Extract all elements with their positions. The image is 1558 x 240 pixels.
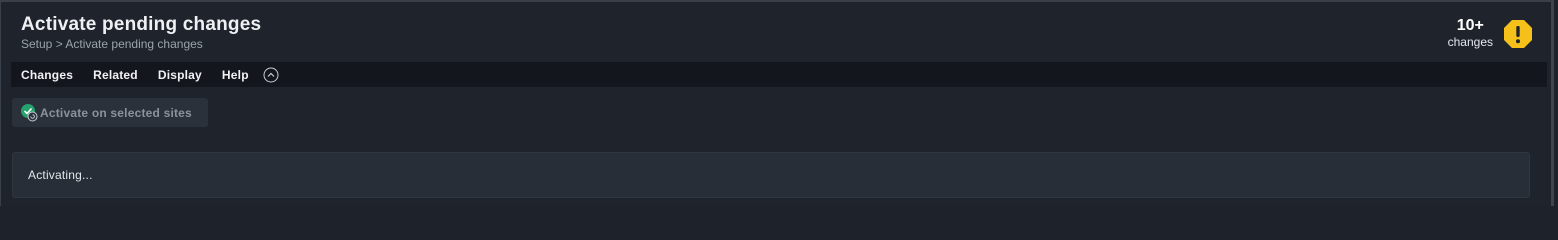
- pending-changes-count: 10+: [1456, 17, 1484, 34]
- menu-bar: Changes Related Display Help: [11, 62, 1547, 87]
- menu-changes[interactable]: Changes: [21, 68, 73, 82]
- page-title: Activate pending changes: [21, 14, 262, 35]
- page-header: Activate pending changes Setup > Activat…: [21, 14, 261, 51]
- chevron-up-circle-icon[interactable]: [263, 67, 279, 83]
- main-frame: Activate pending changes Setup > Activat…: [0, 0, 1554, 206]
- menu-related[interactable]: Related: [93, 68, 138, 82]
- warning-icon[interactable]: [1503, 19, 1533, 49]
- activate-sites-icon: [21, 103, 38, 121]
- activation-status-panel: Activating...: [12, 152, 1530, 198]
- activation-status-text: Activating...: [28, 168, 93, 182]
- breadcrumb[interactable]: Setup > Activate pending changes: [21, 37, 261, 51]
- menu-display[interactable]: Display: [158, 68, 202, 82]
- menu-help[interactable]: Help: [222, 68, 249, 82]
- activate-on-selected-sites-button[interactable]: Activate on selected sites: [12, 98, 208, 127]
- pending-changes-counter[interactable]: 10+ changes: [1447, 17, 1493, 49]
- pending-changes-label: changes: [1447, 35, 1493, 49]
- activate-button-label: Activate on selected sites: [40, 105, 192, 120]
